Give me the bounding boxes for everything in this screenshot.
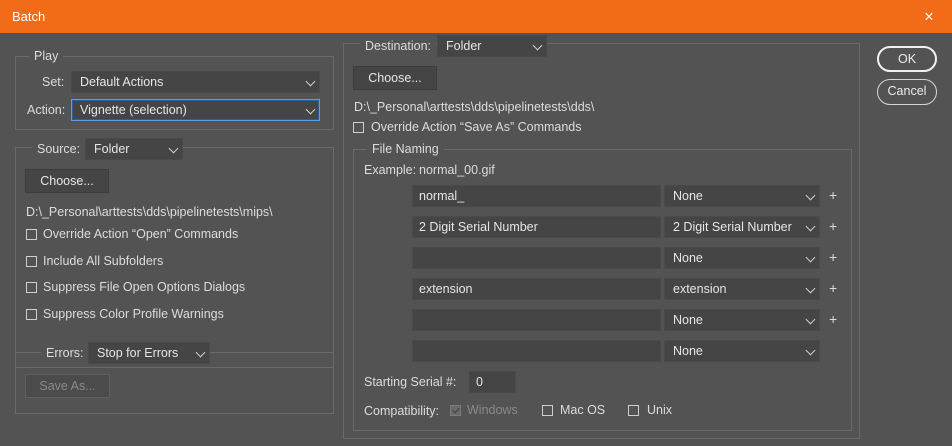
destination-select-value: Folder: [446, 39, 482, 53]
chevron-down-icon: [532, 40, 543, 51]
naming-option-1-value: None: [673, 189, 703, 203]
chevron-down-icon: [168, 143, 179, 154]
suppress-color-label: Suppress Color Profile Warnings: [43, 307, 224, 321]
starting-serial-input[interactable]: 0: [469, 371, 516, 393]
unix-checkbox[interactable]: [628, 405, 639, 416]
include-subfolders-label: Include All Subfolders: [43, 254, 164, 268]
naming-option-5-value: None: [673, 313, 703, 327]
destination-path: D:\_Personal\arttests\dds\pipelinetests\…: [354, 100, 595, 114]
starting-serial-label: Starting Serial #:: [364, 375, 457, 389]
cancel-button[interactable]: Cancel: [877, 79, 937, 105]
close-icon[interactable]: ✕: [906, 0, 952, 33]
source-select[interactable]: Folder: [85, 138, 183, 160]
naming-option-6-value: None: [673, 344, 703, 358]
include-subfolders-checkbox[interactable]: [26, 256, 37, 267]
destination-select[interactable]: Folder: [437, 35, 547, 57]
naming-option-3-value: None: [673, 251, 703, 265]
source-select-value: Folder: [94, 142, 130, 156]
title-bar: Batch ✕: [0, 0, 952, 33]
source-label: Source:: [32, 141, 86, 157]
chevron-down-icon: [305, 104, 316, 115]
naming-option-2[interactable]: 2 Digit Serial Number: [664, 216, 820, 238]
naming-field-2[interactable]: 2 Digit Serial Number: [412, 216, 661, 238]
window-title: Batch: [12, 9, 46, 24]
file-naming-legend: File Naming: [367, 141, 444, 157]
chevron-down-icon: [805, 345, 816, 356]
naming-option-5[interactable]: None: [664, 309, 820, 331]
errors-label: Errors:: [41, 345, 89, 361]
override-save-checkbox[interactable]: [353, 122, 364, 133]
chevron-down-icon: [805, 252, 816, 263]
add-row-3-icon[interactable]: +: [829, 249, 837, 265]
add-row-2-icon[interactable]: +: [829, 218, 837, 234]
add-row-4-icon[interactable]: +: [829, 280, 837, 296]
example-label: Example:: [364, 163, 417, 177]
compatibility-label: Compatibility:: [364, 404, 440, 418]
action-label: Action:: [27, 103, 66, 117]
chevron-down-icon: [805, 314, 816, 325]
example-value: normal_00.gif: [419, 163, 495, 177]
override-open-checkbox[interactable]: [26, 229, 37, 240]
chevron-down-icon: [195, 347, 206, 358]
windows-label: Windows: [467, 403, 518, 417]
set-select-value: Default Actions: [80, 75, 164, 89]
naming-option-1[interactable]: None: [664, 185, 820, 207]
chevron-down-icon: [805, 283, 816, 294]
action-select[interactable]: Vignette (selection): [71, 99, 320, 121]
naming-option-6[interactable]: None: [664, 340, 820, 362]
source-path: D:\_Personal\arttests\dds\pipelinetests\…: [26, 205, 273, 219]
suppress-open-checkbox[interactable]: [26, 282, 37, 293]
macos-label: Mac OS: [560, 403, 606, 417]
naming-option-4-value: extension: [673, 282, 727, 296]
save-as-button[interactable]: Save As...: [25, 374, 110, 398]
destination-choose-button[interactable]: Choose...: [353, 66, 437, 90]
override-open-label: Override Action “Open” Commands: [43, 227, 239, 241]
naming-field-1[interactable]: normal_: [412, 185, 661, 207]
source-choose-button[interactable]: Choose...: [25, 169, 109, 193]
windows-checkbox[interactable]: [450, 405, 461, 416]
action-select-value: Vignette (selection): [80, 103, 187, 117]
naming-option-3[interactable]: None: [664, 247, 820, 269]
destination-label: Destination:: [360, 38, 437, 54]
dialog-body: Play Set: Default Actions Action: Vignet…: [0, 33, 952, 446]
naming-field-3[interactable]: [412, 247, 661, 269]
suppress-open-label: Suppress File Open Options Dialogs: [43, 280, 246, 294]
naming-option-4[interactable]: extension: [664, 278, 820, 300]
chevron-down-icon: [805, 221, 816, 232]
errors-select-value: Stop for Errors: [97, 346, 179, 360]
chevron-down-icon: [305, 76, 316, 87]
ok-button[interactable]: OK: [877, 46, 937, 72]
suppress-color-checkbox[interactable]: [26, 309, 37, 320]
play-legend: Play: [29, 48, 64, 64]
chevron-down-icon: [805, 190, 816, 201]
unix-label: Unix: [647, 403, 673, 417]
naming-field-4[interactable]: extension: [412, 278, 661, 300]
errors-select[interactable]: Stop for Errors: [88, 342, 210, 364]
add-row-1-icon[interactable]: +: [829, 187, 837, 203]
naming-option-2-value: 2 Digit Serial Number: [673, 220, 792, 234]
macos-checkbox[interactable]: [542, 405, 553, 416]
set-select[interactable]: Default Actions: [71, 71, 320, 93]
naming-field-6[interactable]: [412, 340, 661, 362]
set-label: Set:: [42, 75, 65, 89]
add-row-5-icon[interactable]: +: [829, 311, 837, 327]
override-save-label: Override Action “Save As” Commands: [371, 120, 582, 134]
naming-field-5[interactable]: [412, 309, 661, 331]
